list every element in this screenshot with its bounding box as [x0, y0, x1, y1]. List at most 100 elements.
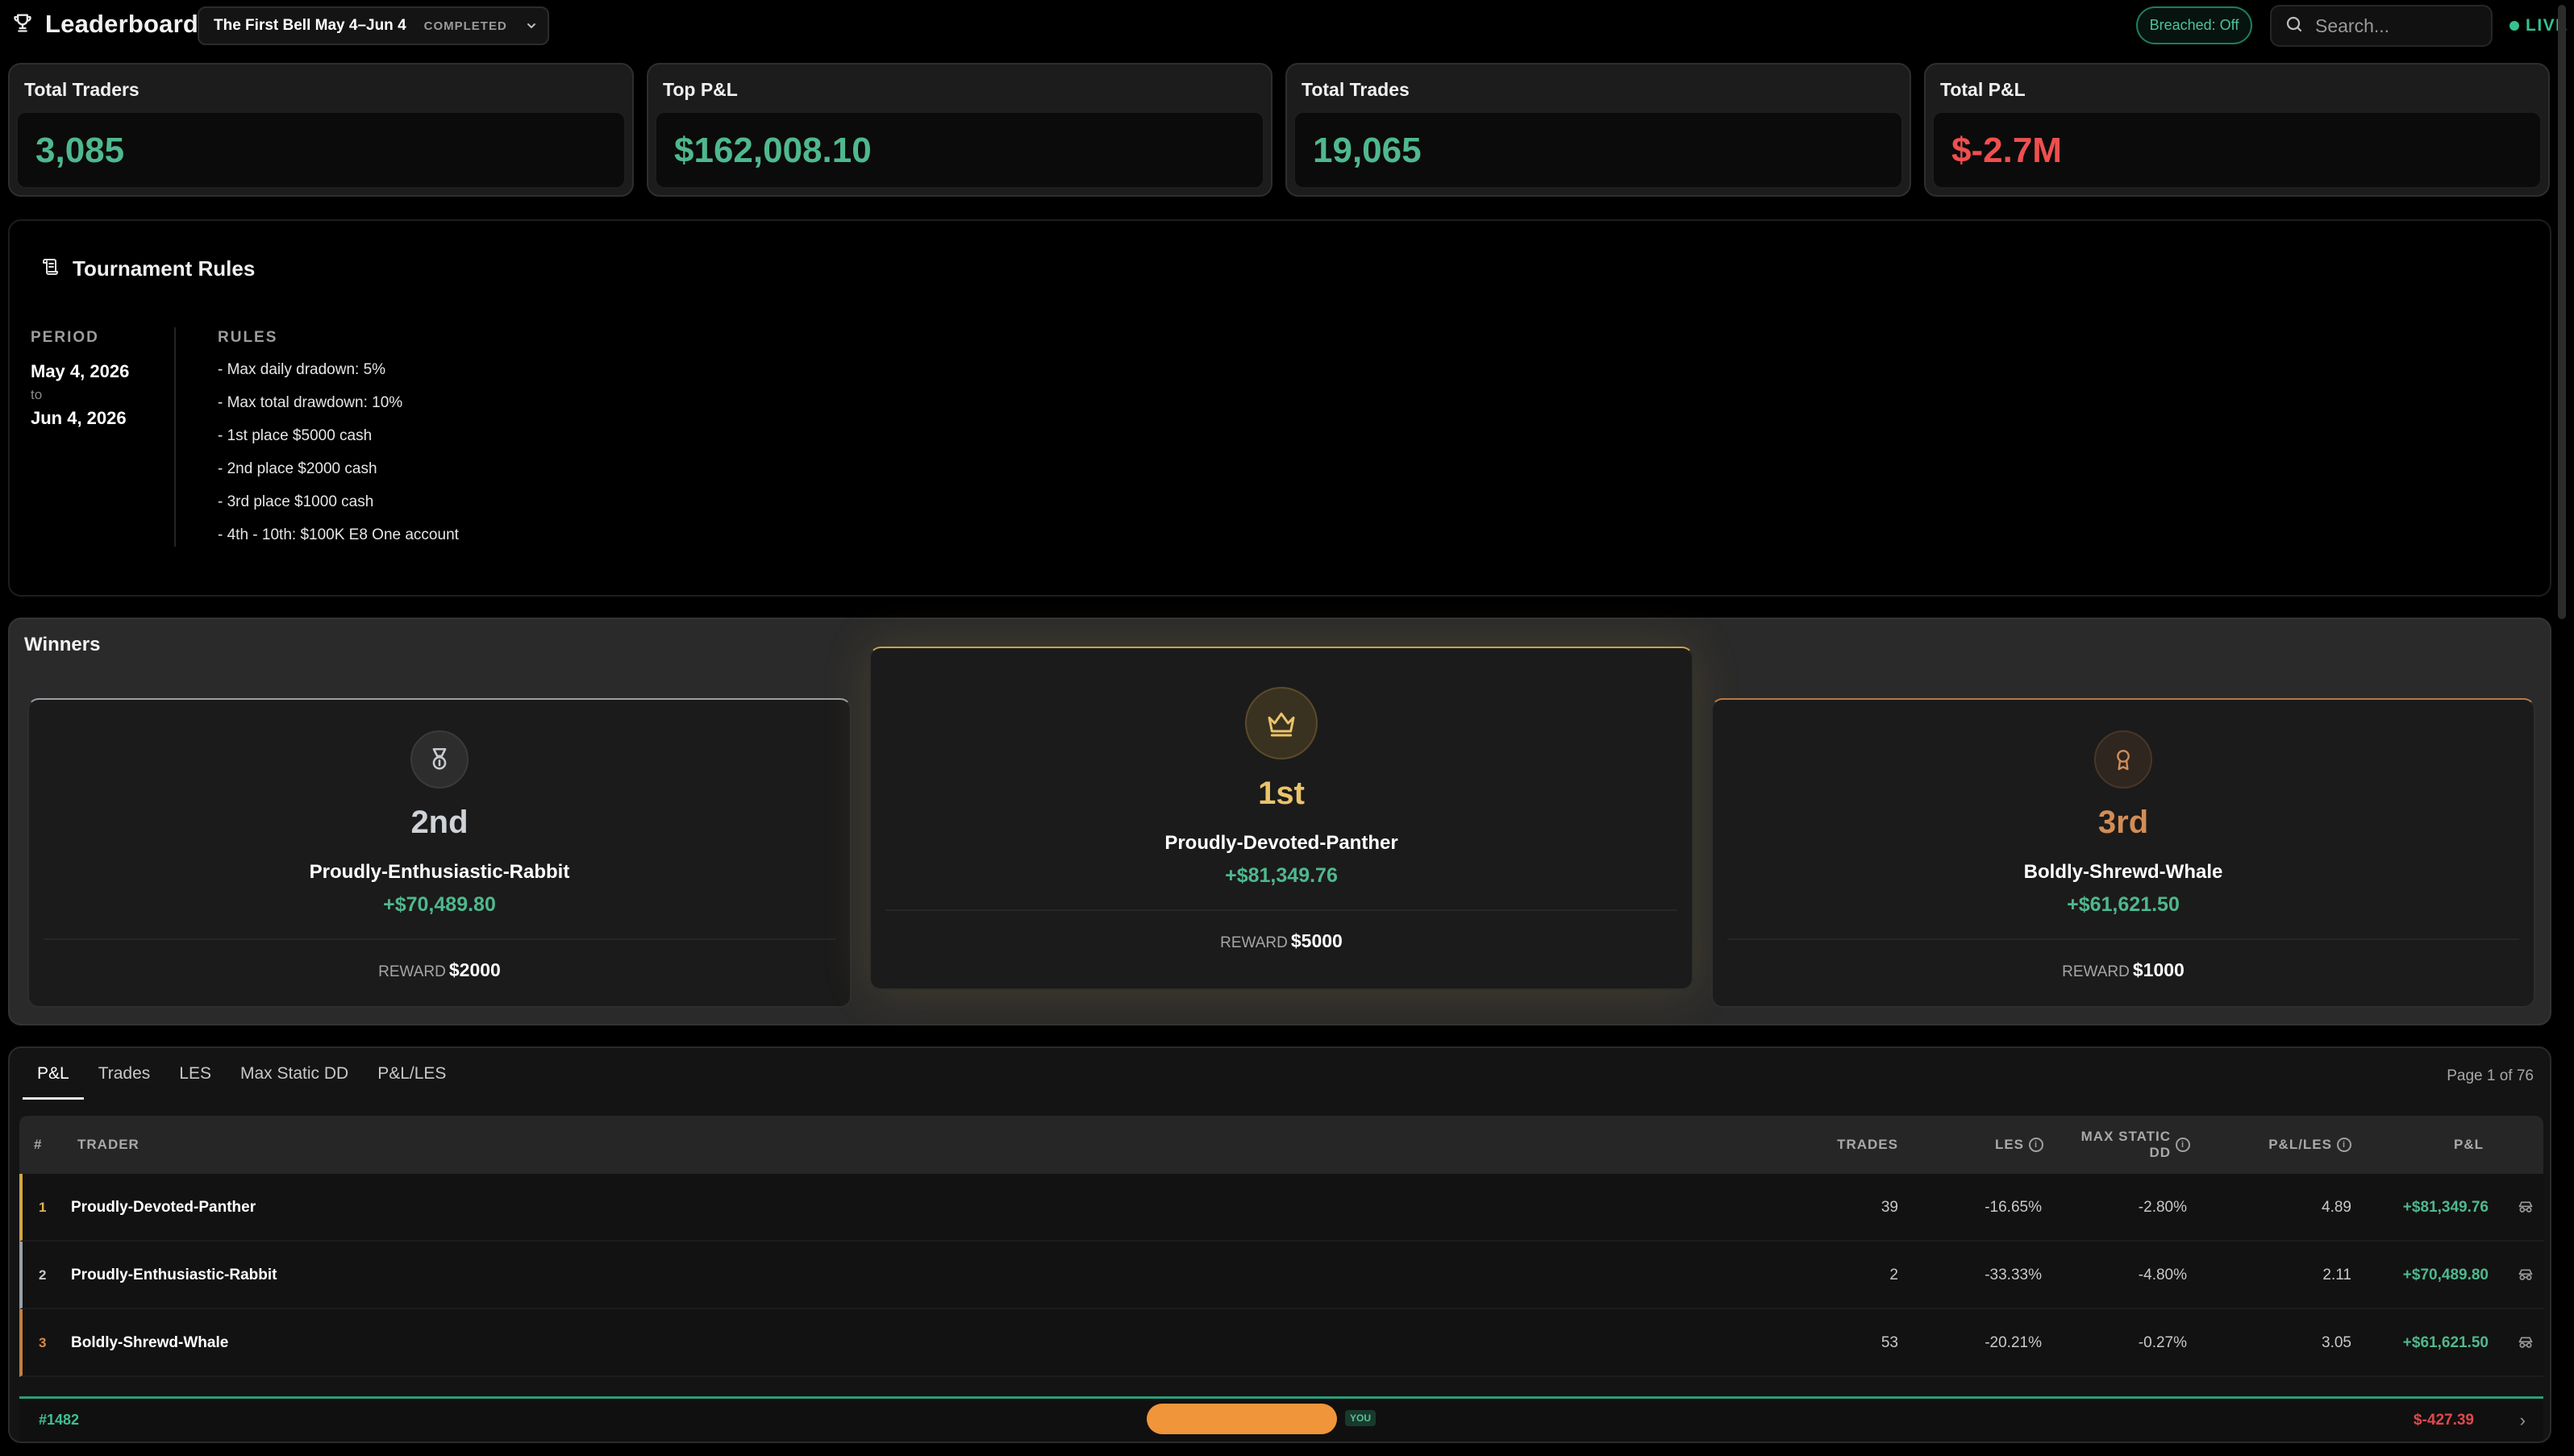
column-header-pnl[interactable]: P&L: [2358, 1116, 2484, 1174]
view-account-icon[interactable]: [2518, 1242, 2534, 1309]
les-label: LES: [1994, 1137, 2024, 1152]
leaderboard-table-panel: P&L Trades LES Max Static DD P&L/LES Pag…: [8, 1046, 2551, 1443]
rules-caption: RULES: [218, 329, 278, 346]
divider: [44, 938, 835, 940]
rule-item: - Max total drawdown: 10%: [218, 394, 403, 411]
column-header-pnl-les[interactable]: P&L/LES i: [2206, 1116, 2351, 1174]
rule-item: - Max daily dradown: 5%: [218, 361, 386, 378]
rule-item: - 3rd place $1000 cash: [218, 493, 374, 510]
rule-item: - 2nd place $2000 cash: [218, 460, 377, 477]
stat-card-top-pnl: Top P&L $162,008.10: [647, 63, 1272, 197]
trophy-icon: [11, 11, 34, 38]
place-label: 3rd: [2097, 805, 2149, 840]
rules-list: - Max daily dradown: 5% - Max total draw…: [218, 361, 459, 560]
tab-pnl[interactable]: P&L: [23, 1063, 84, 1100]
stat-value: 3,085: [35, 131, 125, 170]
winner-name: Proudly-Devoted-Panther: [1164, 832, 1398, 854]
brand: Leaderboard: [11, 10, 198, 39]
page-scrollbar[interactable]: [2558, 5, 2566, 619]
winner-name: Boldly-Shrewd-Whale: [2023, 861, 2223, 883]
reward-value: $5000: [1290, 930, 1343, 951]
row-pnl-les: 2.11: [2322, 1267, 2351, 1283]
podium-card-second[interactable]: 2nd Proudly-Enthusiastic-Rabbit +$70,489…: [27, 698, 852, 1008]
tournament-select[interactable]: The First Bell May 4–Jun 4 COMPLETED: [198, 6, 549, 45]
you-badge: YOU: [1345, 1410, 1377, 1426]
breached-toggle[interactable]: Breached: Off: [2136, 6, 2252, 44]
rules-title: Tournament Rules: [73, 256, 256, 281]
page-title: Leaderboard: [45, 10, 198, 38]
table-row[interactable]: 2 Proudly-Enthusiastic-Rabbit 2 -33.33% …: [19, 1242, 2543, 1309]
podium-card-first[interactable]: 1st Proudly-Devoted-Panther +$81,349.76 …: [869, 647, 1693, 990]
row-les: -33.33%: [1985, 1267, 2042, 1283]
stat-card-total-trades: Total Trades 19,065: [1285, 63, 1911, 197]
tab-les[interactable]: LES: [165, 1063, 226, 1100]
stat-label: Total Traders: [24, 79, 140, 100]
place-label: 1st: [1258, 776, 1305, 811]
max-static-dd-label: MAX STATIC DD: [2081, 1129, 2171, 1161]
medal-icon: [410, 730, 469, 788]
row-trader[interactable]: Boldly-Shrewd-Whale: [71, 1309, 228, 1377]
info-icon[interactable]: i: [2029, 1138, 2043, 1152]
tab-max-static-dd[interactable]: Max Static DD: [226, 1063, 363, 1100]
place-label: 2nd: [410, 805, 469, 840]
search-input[interactable]: [2315, 15, 2476, 37]
tab-trades[interactable]: Trades: [84, 1063, 165, 1100]
rule-item: - 1st place $5000 cash: [218, 427, 373, 444]
row-rank: 3: [39, 1335, 47, 1350]
row-pnl-les: 3.05: [2322, 1334, 2351, 1351]
scroll-icon: [40, 257, 60, 281]
reward: REWARD $1000: [1713, 959, 2534, 981]
reward-caption: REWARD: [2062, 963, 2130, 980]
info-icon[interactable]: i: [2337, 1138, 2351, 1152]
page-indicator: Page 1 of 76: [2447, 1067, 2534, 1084]
search-icon: [2285, 15, 2304, 38]
winners-title: Winners: [24, 634, 101, 655]
podium-card-third[interactable]: 3rd Boldly-Shrewd-Whale +$61,621.50 REWA…: [1711, 698, 2535, 1008]
tournament-name: The First Bell May 4–Jun 4: [214, 17, 406, 34]
table-row[interactable]: 1 Proudly-Devoted-Panther 39 -16.65% -2.…: [19, 1174, 2543, 1242]
view-account-icon[interactable]: [2518, 1174, 2534, 1242]
rules-column: RULES - Max daily dradown: 5% - Max tota…: [218, 329, 459, 560]
table-body: 1 Proudly-Devoted-Panther 39 -16.65% -2.…: [19, 1174, 2543, 1377]
chevron-down-icon: [525, 19, 538, 32]
row-pnl: +$81,349.76: [2402, 1199, 2489, 1216]
row-les: -16.65%: [1985, 1199, 2042, 1216]
tab-pnl-les[interactable]: P&L/LES: [363, 1063, 460, 1100]
info-icon[interactable]: i: [2176, 1138, 2190, 1152]
divider: [885, 909, 1677, 911]
reward-value: $2000: [448, 959, 501, 980]
period-end: Jun 4, 2026: [31, 408, 127, 428]
chevron-right-icon[interactable]: ›: [2520, 1410, 2526, 1431]
divider: [1727, 938, 2519, 940]
rule-item: - 4th - 10th: $100K E8 One account: [218, 526, 459, 543]
column-header-rank[interactable]: #: [34, 1116, 42, 1174]
top-bar: Leaderboard The First Bell May 4–Jun 4 C…: [0, 0, 2574, 52]
table-row[interactable]: 3 Boldly-Shrewd-Whale 53 -20.21% -0.27% …: [19, 1309, 2543, 1377]
divider: [174, 327, 176, 547]
reward: REWARD $5000: [871, 930, 1692, 952]
row-pnl-les: 4.89: [2322, 1199, 2351, 1216]
stat-card-total-traders: Total Traders 3,085: [8, 63, 634, 197]
column-header-trades[interactable]: TRADES: [1753, 1116, 1898, 1174]
column-header-trader[interactable]: TRADER: [77, 1116, 140, 1174]
stat-card-total-pnl: Total P&L $-2.7M: [1924, 63, 2550, 197]
stat-value-box: $-2.7M: [1932, 111, 2542, 189]
row-trader[interactable]: Proudly-Devoted-Panther: [71, 1174, 256, 1242]
your-position-bar[interactable]: #1482 YOU $-427.39 ›: [19, 1396, 2543, 1441]
row-max-dd: -4.80%: [2138, 1267, 2187, 1283]
stat-label: Total P&L: [1940, 79, 2026, 100]
reward-caption: REWARD: [378, 963, 446, 980]
row-les: -20.21%: [1985, 1334, 2042, 1351]
row-trader[interactable]: Proudly-Enthusiastic-Rabbit: [71, 1242, 277, 1309]
column-header-max-static-dd[interactable]: MAX STATIC DD i: [2060, 1116, 2190, 1174]
row-trades: 53: [1881, 1334, 1898, 1351]
row-trades: 39: [1881, 1199, 1898, 1216]
stat-label: Top P&L: [663, 79, 738, 100]
period-caption: PERIOD: [31, 329, 99, 346]
award-icon: [2094, 730, 2152, 788]
reward: REWARD $2000: [29, 959, 850, 981]
search-box[interactable]: [2270, 5, 2493, 47]
view-account-icon[interactable]: [2518, 1309, 2534, 1377]
winner-pnl: +$61,621.50: [2067, 893, 2180, 916]
column-header-les[interactable]: LES i: [1914, 1116, 2043, 1174]
